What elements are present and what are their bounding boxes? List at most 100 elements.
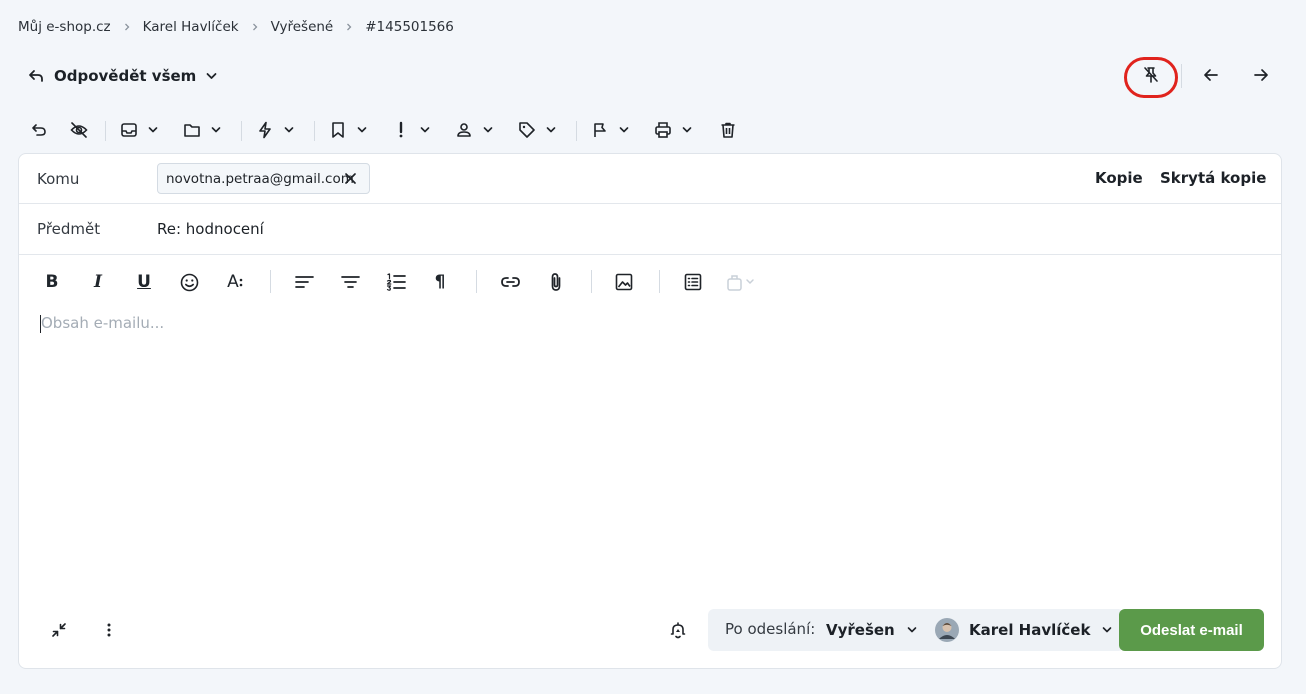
- bcc-button[interactable]: Skrytá kopie: [1160, 169, 1266, 187]
- body-editor[interactable]: Obsah e-mailu...: [41, 314, 164, 332]
- divider: [270, 270, 271, 293]
- divider: [659, 270, 660, 293]
- numbered-list-button[interactable]: [385, 271, 407, 293]
- emoji-button[interactable]: [178, 271, 200, 293]
- after-send-label: Po odeslání:: [725, 620, 816, 638]
- chevron-down-icon: [907, 627, 917, 633]
- divider: [1181, 64, 1182, 88]
- divider: [105, 121, 106, 141]
- flag-icon: [594, 123, 606, 137]
- more-options-button[interactable]: [97, 618, 121, 642]
- paragraph-icon: ¶: [434, 272, 446, 292]
- canned-response-dropdown[interactable]: [725, 271, 757, 293]
- breadcrumb-item-ticket-id: #145501566: [365, 19, 454, 35]
- assignee-name: Karel Havlíček: [969, 621, 1091, 639]
- after-send-status-dropdown[interactable]: Vyřešen: [826, 615, 917, 645]
- print-icon: [655, 122, 671, 138]
- avatar: [935, 618, 959, 642]
- delete-button[interactable]: [719, 118, 737, 142]
- folder-icon: [184, 124, 200, 137]
- tag-icon: [519, 122, 535, 138]
- attachment-icon: [551, 273, 561, 291]
- divider: [314, 121, 315, 141]
- hide-button[interactable]: [70, 118, 88, 142]
- arrow-left-icon: [1204, 69, 1218, 81]
- flag-dropdown[interactable]: [591, 118, 629, 142]
- compose-card: Komu novotna.petraa@gmail.com Kopie Skry…: [18, 153, 1282, 669]
- underline-icon: U: [137, 272, 151, 292]
- print-dropdown[interactable]: [654, 118, 692, 142]
- link-button[interactable]: [499, 271, 521, 293]
- paragraph-button[interactable]: ¶: [429, 271, 451, 293]
- subject-input[interactable]: Re: hodnocení: [157, 220, 264, 238]
- cc-button[interactable]: Kopie: [1095, 169, 1143, 187]
- align-left-icon: [294, 276, 314, 288]
- italic-icon: I: [94, 272, 102, 292]
- chevron-down-icon: [1103, 627, 1112, 633]
- next-ticket-button[interactable]: [1243, 57, 1279, 93]
- divider: [576, 121, 577, 141]
- reply-all-dropdown[interactable]: Odpovědět všem: [28, 64, 217, 88]
- unpin-highlight-circle: [1124, 57, 1178, 98]
- font-size-icon: A: [227, 272, 239, 292]
- bolt-icon: [259, 121, 271, 139]
- image-icon: [615, 273, 633, 291]
- notification-button[interactable]: [666, 618, 690, 642]
- italic-button[interactable]: I: [87, 271, 109, 293]
- attachment-button[interactable]: [545, 271, 567, 293]
- previous-ticket-button[interactable]: [1193, 57, 1229, 93]
- bell-icon: [670, 621, 686, 638]
- bookmark-dropdown[interactable]: [329, 118, 367, 142]
- chevron-down-icon: [420, 127, 430, 133]
- align-left-button[interactable]: [293, 271, 315, 293]
- template-button[interactable]: [682, 271, 704, 293]
- numbered-list-icon: [386, 273, 406, 291]
- divider: [591, 270, 592, 293]
- undo-button[interactable]: [30, 118, 48, 142]
- breadcrumb-item-status[interactable]: Vyřešené: [271, 19, 334, 35]
- folder-dropdown[interactable]: [183, 118, 221, 142]
- chevron-down-icon: [357, 127, 367, 133]
- emoji-icon: [180, 273, 198, 291]
- more-vertical-icon: [107, 623, 111, 637]
- eye-off-icon: [70, 122, 88, 138]
- insert-image-button[interactable]: [613, 271, 635, 293]
- vertical-dots-icon: [239, 278, 243, 287]
- bold-button[interactable]: B: [41, 271, 63, 293]
- template-icon: [684, 273, 702, 291]
- recipient-chip[interactable]: novotna.petraa@gmail.com: [157, 163, 370, 194]
- breadcrumb: Můj e-shop.cz Karel Havlíček Vyřešené #1…: [18, 18, 454, 36]
- bookmark-icon: [332, 122, 344, 138]
- arrow-right-icon: [1254, 69, 1268, 81]
- tag-dropdown[interactable]: [518, 118, 556, 142]
- automation-dropdown[interactable]: [256, 118, 294, 142]
- underline-button[interactable]: U: [133, 271, 155, 293]
- chevron-down-icon: [148, 127, 158, 133]
- reply-all-label: Odpovědět všem: [54, 67, 197, 85]
- to-label: Komu: [37, 170, 80, 188]
- chevron-down-icon: [546, 127, 556, 133]
- move-to-inbox-dropdown[interactable]: [120, 118, 158, 142]
- link-icon: [500, 277, 520, 287]
- breadcrumb-item-customer[interactable]: Karel Havlíček: [143, 19, 239, 35]
- assignee-dropdown[interactable]: Karel Havlíček: [935, 615, 1112, 645]
- breadcrumb-item-shop[interactable]: Můj e-shop.cz: [18, 19, 111, 35]
- minimize-button[interactable]: [47, 618, 71, 642]
- bold-icon: B: [45, 272, 59, 292]
- align-center-button[interactable]: [339, 271, 361, 293]
- close-icon[interactable]: [344, 172, 357, 185]
- divider: [476, 270, 477, 293]
- chevron-down-icon: [682, 127, 692, 133]
- chevron-right-icon: [347, 23, 352, 31]
- trash-icon: [721, 122, 735, 138]
- undo-icon: [32, 124, 46, 136]
- assign-user-dropdown[interactable]: [455, 118, 493, 142]
- chevron-down-icon: [206, 73, 217, 79]
- chevron-right-icon: [124, 23, 130, 31]
- font-size-button[interactable]: A: [224, 271, 246, 293]
- send-email-button[interactable]: Odeslat e-mail: [1119, 609, 1264, 651]
- canned-response-icon: [727, 275, 754, 291]
- priority-dropdown[interactable]: [392, 118, 430, 142]
- divider: [241, 121, 242, 141]
- chevron-down-icon: [284, 127, 294, 133]
